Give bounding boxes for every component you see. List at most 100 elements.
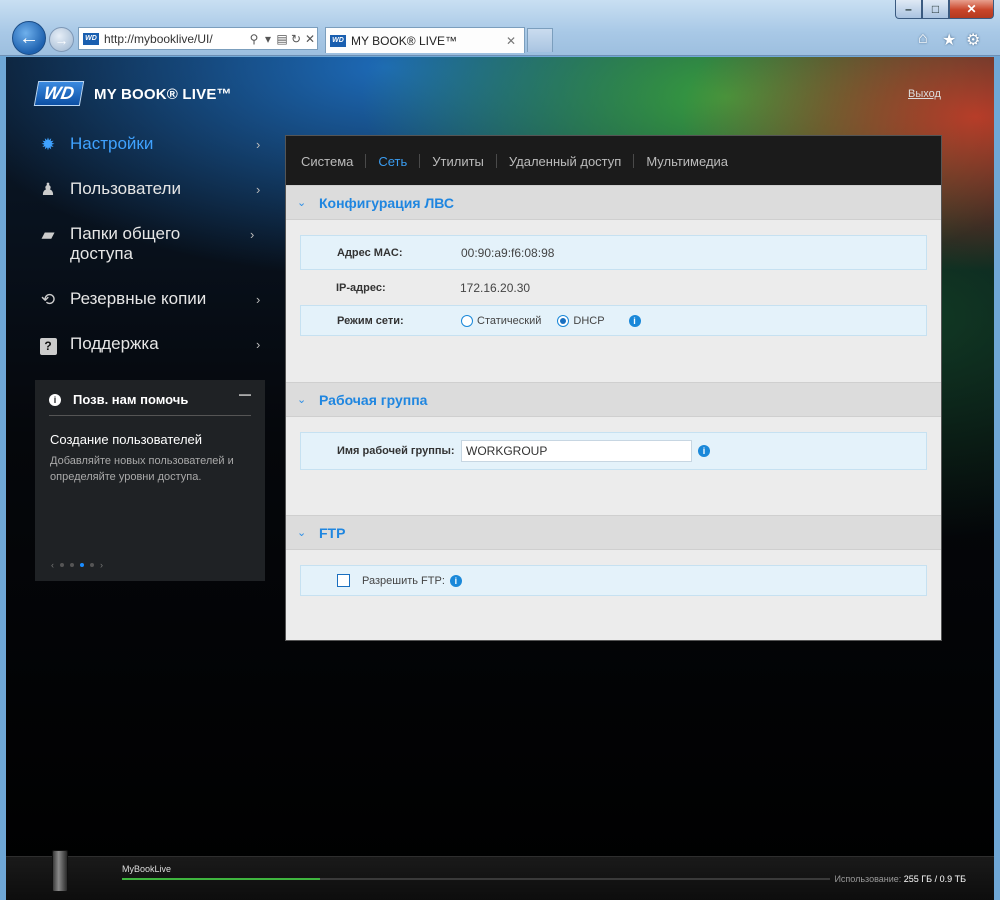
browser-chrome: – □ ✕ ← → WD http://mybooklive/UI/ ⚲ ▾ ▤…: [0, 0, 1000, 56]
help-title: Позв. нам помочь: [73, 392, 189, 407]
ftp-label: Разрешить FTP:: [362, 574, 445, 587]
section-ftp-header[interactable]: ⌄ FTP: [286, 515, 941, 550]
usage-bar: [122, 878, 830, 880]
stop-icon[interactable]: ✕: [303, 32, 317, 46]
sidebar-item-label: Настройки: [70, 134, 154, 153]
favicon-icon: WD: [83, 32, 99, 45]
tab-separator: [365, 154, 367, 168]
search-icon[interactable]: ⚲: [247, 32, 261, 46]
pager-next-icon[interactable]: ›: [100, 560, 103, 570]
chevron-right-icon: ›: [256, 182, 261, 197]
tab-favicon-icon: WD: [330, 34, 346, 47]
refresh-icon[interactable]: ↻: [289, 32, 303, 46]
close-window-button[interactable]: ✕: [949, 0, 994, 19]
gear-icon: ✹: [40, 135, 56, 154]
section-title: FTP: [319, 524, 346, 541]
chevron-right-icon: ›: [256, 292, 261, 307]
pager-dot[interactable]: [90, 563, 94, 567]
new-tab-button[interactable]: [527, 28, 553, 52]
pager-prev-icon[interactable]: ‹: [51, 560, 54, 570]
maximize-button[interactable]: □: [922, 0, 949, 19]
address-bar[interactable]: WD http://mybooklive/UI/ ⚲ ▾ ▤ ↻ ✕: [78, 27, 318, 50]
tab-close-icon[interactable]: ✕: [506, 34, 516, 48]
sidebar-item-label: Резервные копии: [70, 289, 207, 308]
back-button[interactable]: ←: [12, 21, 46, 55]
help-title-row: i Позв. нам помочь ▬▬: [49, 392, 251, 416]
section-lan-header[interactable]: ⌄ Конфигурация ЛВС: [286, 185, 941, 220]
section-workgroup-header[interactable]: ⌄ Рабочая группа: [286, 382, 941, 417]
sidebar-item-label: Пользователи: [70, 179, 181, 198]
folder-icon: ▰: [41, 225, 55, 244]
workgroup-input[interactable]: [461, 440, 692, 462]
tab-multimedia[interactable]: Мультимедиа: [646, 154, 728, 169]
sidebar-item-backups[interactable]: ⟲ Резервные копии ›: [36, 289, 266, 311]
mac-address-label: Адрес MAC:: [337, 246, 403, 259]
static-radio[interactable]: [461, 314, 473, 327]
usage-label: Использование:: [834, 874, 902, 884]
workgroup-label: Имя рабочей группы:: [337, 445, 455, 457]
pager-dot-active[interactable]: [80, 563, 84, 567]
pager-dot[interactable]: [70, 563, 74, 567]
sidebar-item-label: Папки общего доступа: [70, 224, 181, 263]
usage-bar-fill: [122, 878, 321, 880]
section-title: Рабочая группа: [319, 391, 428, 408]
tab-separator: [495, 154, 497, 168]
ip-address-label: IP-адрес:: [336, 281, 386, 294]
network-mode-row: Режим сети: Статический DHCP i: [300, 305, 927, 336]
tab-title: MY BOOK® LIVE™: [351, 33, 457, 48]
static-mode-option[interactable]: Статический: [461, 314, 542, 327]
ftp-checkbox[interactable]: [337, 574, 350, 587]
sidebar-item-label: Поддержка: [70, 334, 159, 353]
tab-remote-access[interactable]: Удаленный доступ: [509, 154, 621, 169]
ip-address-row: IP-адрес: 172.16.20.30: [300, 270, 927, 305]
favorites-star-icon[interactable]: ★: [942, 30, 956, 50]
product-name: MY BOOK® LIVE™: [94, 86, 232, 103]
help-pager: ‹ ›: [51, 560, 103, 570]
network-mode-label: Режим сети:: [337, 314, 404, 327]
dropdown-icon[interactable]: ▾: [261, 32, 275, 46]
home-icon[interactable]: ⌂: [918, 30, 928, 48]
forward-button[interactable]: →: [49, 27, 74, 52]
settings-tabs: Система Сеть Утилиты Удаленный доступ Му…: [286, 136, 941, 186]
help-panel: i Позв. нам помочь ▬▬ Создание пользоват…: [35, 380, 265, 581]
arrow-right-icon: →: [54, 31, 69, 48]
arrow-left-icon: ←: [19, 26, 39, 49]
browser-tab[interactable]: WD MY BOOK® LIVE™ ✕: [325, 27, 525, 53]
sidebar-item-settings[interactable]: ✹ Настройки ›: [36, 134, 266, 156]
window-controls: – □ ✕: [895, 0, 994, 19]
sidebar-item-support[interactable]: ? Поддержка ›: [36, 334, 266, 356]
tab-utilities[interactable]: Утилиты: [432, 154, 484, 169]
static-label: Статический: [477, 314, 542, 327]
dhcp-radio[interactable]: [557, 314, 570, 327]
tab-network[interactable]: Сеть: [378, 154, 407, 169]
tools-gear-icon[interactable]: ⚙: [966, 30, 980, 50]
logout-link[interactable]: Выход: [908, 88, 941, 100]
users-icon: ♟: [40, 180, 56, 199]
chevron-right-icon: ›: [256, 137, 261, 152]
tab-system[interactable]: Система: [301, 154, 353, 169]
chevron-right-icon: ›: [256, 337, 261, 352]
mac-address-row: Адрес MAC: 00:90:a9:f6:08:98: [300, 235, 927, 270]
info-icon[interactable]: i: [628, 314, 641, 327]
sidebar-item-users[interactable]: ♟ Пользователи ›: [36, 179, 266, 201]
chevron-down-icon: ⌄: [297, 197, 307, 209]
url-text[interactable]: http://mybooklive/UI/: [104, 32, 247, 46]
wd-logo: WD: [33, 81, 85, 106]
compat-view-icon[interactable]: ▤: [275, 32, 289, 46]
workgroup-row: Имя рабочей группы: i: [300, 432, 927, 470]
settings-panel: Система Сеть Утилиты Удаленный доступ Му…: [285, 135, 942, 641]
info-icon[interactable]: i: [449, 574, 462, 587]
tab-separator: [419, 154, 421, 168]
minimize-button[interactable]: –: [895, 0, 922, 19]
help-collapse-icon[interactable]: ▬▬: [239, 392, 251, 398]
dhcp-label: DHCP: [573, 314, 605, 327]
history-icon: ⟲: [40, 290, 56, 309]
usage-value: 255 ГБ / 0.9 ТБ: [903, 874, 966, 884]
device-name: MyBookLive: [122, 864, 172, 874]
info-icon[interactable]: i: [698, 445, 710, 457]
device-footer: MyBookLive Использование: 255 ГБ / 0.9 Т…: [6, 850, 994, 900]
pager-dot[interactable]: [60, 563, 64, 567]
mac-address-value: 00:90:a9:f6:08:98: [461, 245, 555, 260]
sidebar-item-shares[interactable]: ▰ Папки общего доступа ›: [36, 224, 266, 264]
dhcp-mode-option[interactable]: DHCP: [557, 314, 605, 327]
